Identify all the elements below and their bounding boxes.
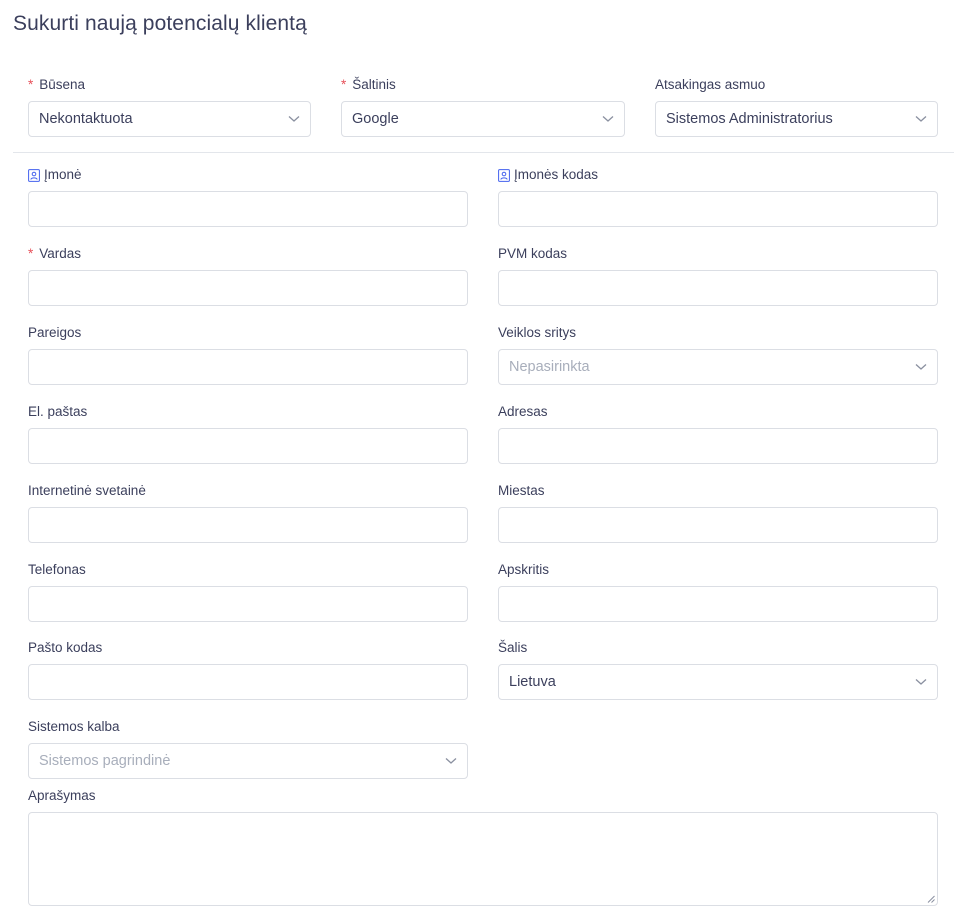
vat-code-field: PVM kodas xyxy=(498,245,938,306)
company-code-input[interactable] xyxy=(498,191,938,227)
owner-select[interactable]: Sistemos Administratorius xyxy=(655,101,938,137)
owner-label: Atsakingas asmuo xyxy=(655,77,766,92)
email-field: El. paštas xyxy=(28,403,468,464)
company-field: Įmonė xyxy=(28,166,468,227)
name-input[interactable] xyxy=(28,270,468,306)
description-label: Aprašymas xyxy=(28,788,96,803)
phone-field: Telefonas xyxy=(28,561,468,622)
language-placeholder: Sistemos pagrindinė xyxy=(39,753,171,769)
vat-code-input[interactable] xyxy=(498,270,938,306)
company-code-label: Įmonės kodas xyxy=(514,167,599,182)
phone-label: Telefonas xyxy=(28,562,86,577)
website-field: Internetinė svetainė xyxy=(28,482,468,543)
activity-select[interactable]: Nepasirinkta xyxy=(498,349,938,385)
position-input[interactable] xyxy=(28,349,468,385)
country-label: Šalis xyxy=(498,640,528,655)
position-label: Pareigos xyxy=(28,325,82,340)
required-marker: * xyxy=(341,77,347,92)
contact-card-icon[interactable] xyxy=(498,168,510,182)
company-code-field: Įmonės kodas xyxy=(498,166,938,227)
postal-code-label: Pašto kodas xyxy=(28,640,103,655)
language-label: Sistemos kalba xyxy=(28,719,120,734)
owner-field: Atsakingas asmuo Sistemos Administratori… xyxy=(655,76,938,137)
activity-field: Veiklos sritys Nepasirinkta xyxy=(498,324,938,385)
website-label: Internetinė svetainė xyxy=(28,483,146,498)
address-input[interactable] xyxy=(498,428,938,464)
postal-code-field: Pašto kodas xyxy=(28,639,468,700)
source-value: Google xyxy=(352,111,399,127)
status-field: * Būsena Nekontaktuota xyxy=(28,76,311,137)
city-input[interactable] xyxy=(498,507,938,543)
country-value: Lietuva xyxy=(509,674,556,690)
status-select[interactable]: Nekontaktuota xyxy=(28,101,311,137)
chevron-down-icon xyxy=(602,116,614,122)
required-marker: * xyxy=(28,77,34,92)
phone-input[interactable] xyxy=(28,586,468,622)
status-value: Nekontaktuota xyxy=(39,111,133,127)
description-field: Aprašymas xyxy=(28,787,938,906)
company-label: Įmonė xyxy=(44,167,82,182)
section-divider xyxy=(13,152,954,153)
language-select[interactable]: Sistemos pagrindinė xyxy=(28,743,468,779)
status-label: Būsena xyxy=(39,77,86,92)
vat-code-label: PVM kodas xyxy=(498,246,568,261)
city-field: Miestas xyxy=(498,482,938,543)
owner-value: Sistemos Administratorius xyxy=(666,111,833,127)
country-field: Šalis Lietuva xyxy=(498,639,938,700)
county-input[interactable] xyxy=(498,586,938,622)
required-marker: * xyxy=(28,246,34,261)
language-field: Sistemos kalba Sistemos pagrindinė xyxy=(28,718,468,779)
chevron-down-icon xyxy=(288,116,300,122)
website-input[interactable] xyxy=(28,507,468,543)
chevron-down-icon xyxy=(915,116,927,122)
position-field: Pareigos xyxy=(28,324,468,385)
chevron-down-icon xyxy=(915,679,927,685)
county-field: Apskritis xyxy=(498,561,938,622)
activity-placeholder: Nepasirinkta xyxy=(509,359,590,375)
email-label: El. paštas xyxy=(28,404,88,419)
contact-card-icon[interactable] xyxy=(28,168,40,182)
source-select[interactable]: Google xyxy=(341,101,625,137)
name-field: * Vardas xyxy=(28,245,468,306)
company-input[interactable] xyxy=(28,191,468,227)
postal-code-input[interactable] xyxy=(28,664,468,700)
activity-label: Veiklos sritys xyxy=(498,325,577,340)
create-lead-page: Sukurti naują potencialų klientą * Būsen… xyxy=(0,0,954,916)
chevron-down-icon xyxy=(915,364,927,370)
source-label: Šaltinis xyxy=(352,77,396,92)
address-label: Adresas xyxy=(498,404,548,419)
description-textarea[interactable] xyxy=(28,812,938,906)
email-input[interactable] xyxy=(28,428,468,464)
source-field: * Šaltinis Google xyxy=(341,76,625,137)
address-field: Adresas xyxy=(498,403,938,464)
chevron-down-icon xyxy=(445,758,457,764)
country-select[interactable]: Lietuva xyxy=(498,664,938,700)
resize-handle-icon[interactable] xyxy=(927,895,935,903)
page-title: Sukurti naują potencialų klientą xyxy=(13,12,307,35)
name-label: Vardas xyxy=(39,246,82,261)
county-label: Apskritis xyxy=(498,562,550,577)
city-label: Miestas xyxy=(498,483,545,498)
